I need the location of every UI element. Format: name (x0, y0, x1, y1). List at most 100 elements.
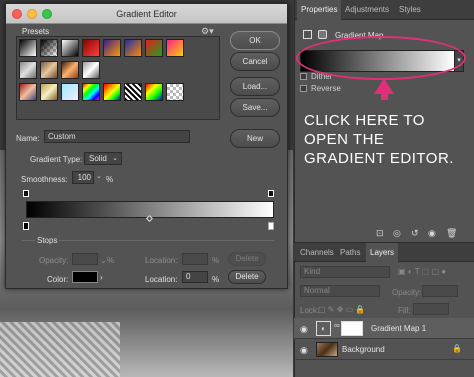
preset-swatch[interactable] (19, 39, 37, 57)
opacity-location-label: Location: (145, 256, 178, 265)
opacity-label: Opacity: (392, 288, 422, 297)
name-field[interactable]: Custom (44, 130, 190, 143)
visibility-eye-icon[interactable]: ◉ (428, 228, 436, 239)
preset-swatch[interactable] (145, 83, 163, 101)
opacity-field (72, 253, 98, 265)
reverse-label: Reverse (311, 84, 341, 93)
preset-swatch[interactable] (40, 39, 58, 57)
visibility-eye-icon[interactable]: ◉ (300, 345, 308, 356)
link-icon: ∞ (334, 321, 340, 330)
layer-mask-thumbnail[interactable] (341, 321, 363, 336)
presets-grid (16, 36, 220, 120)
fill-label: Fill: (398, 306, 411, 315)
gradient-type-value: Solid (89, 154, 107, 163)
layer-filter-select[interactable]: Kind (300, 266, 390, 278)
blend-mode-select[interactable]: Normal (300, 285, 380, 297)
save-button[interactable]: Save... (230, 98, 280, 117)
clip-to-layer-icon[interactable]: ⊡ (376, 228, 384, 239)
cancel-button[interactable]: Cancel (230, 52, 280, 71)
smoothness-label: Smoothness: (21, 175, 68, 184)
color-delete-button[interactable]: Delete (228, 270, 266, 284)
ok-button[interactable]: OK (230, 31, 280, 50)
preset-swatch[interactable] (40, 83, 58, 101)
opacity-location-unit: % (212, 256, 220, 265)
annotation-callout: CLICK HERE TO OPEN THE GRADIENT EDITOR. (304, 112, 454, 167)
fill-field[interactable] (413, 303, 449, 315)
new-button[interactable]: New (230, 129, 280, 148)
mask-icon[interactable] (318, 30, 327, 39)
preset-swatch[interactable] (61, 39, 79, 57)
preset-swatch[interactable] (40, 61, 58, 79)
highlight-oval (296, 36, 466, 80)
view-previous-icon[interactable]: ◎ (393, 228, 401, 239)
tab-properties[interactable]: Properties (297, 0, 342, 20)
preset-swatch[interactable] (103, 39, 121, 57)
preset-swatch[interactable] (124, 39, 142, 57)
opacity-stop-left[interactable] (23, 190, 29, 197)
chevron-down-icon[interactable]: ⌄ (96, 172, 102, 180)
adjustment-layer-icon[interactable] (303, 30, 312, 39)
preset-swatch[interactable] (82, 39, 100, 57)
layer-row[interactable]: ◉ Background 🔒 (294, 339, 474, 360)
dialog-titlebar[interactable]: Gradient Editor (6, 4, 287, 24)
preset-swatch[interactable] (166, 39, 184, 57)
dialog-title: Gradient Editor (116, 9, 177, 19)
tab-layers[interactable]: Layers (366, 243, 399, 263)
opacity-unit: % (107, 256, 115, 265)
visibility-eye-icon[interactable]: ◉ (300, 324, 308, 335)
layer-row[interactable]: ◉ ◐ ∞ Gradient Map 1 (294, 318, 474, 339)
preset-swatch[interactable] (61, 83, 79, 101)
lock-icons[interactable]: ▢ ✎ ✥ ▭ 🔒 (318, 305, 365, 314)
preset-swatch[interactable] (82, 83, 100, 101)
preset-swatch[interactable] (166, 83, 184, 101)
opacity-location-field (182, 253, 208, 265)
opacity-chevron-icon: ⌄ (100, 256, 107, 265)
arrow-up-icon (374, 78, 394, 94)
tab-paths[interactable]: Paths (336, 243, 364, 263)
adjustment-icon: ◐ (316, 321, 331, 336)
color-location-field[interactable]: 0 (182, 271, 208, 283)
tab-adjustments[interactable]: Adjustments (341, 0, 393, 20)
opacity-delete-button: Delete (228, 252, 266, 266)
layer-name[interactable]: Gradient Map 1 (371, 324, 426, 333)
lock-label: Lock: (300, 306, 320, 315)
layer-opacity-field[interactable] (422, 285, 458, 297)
preset-swatch[interactable] (124, 83, 142, 101)
name-label: Name: (16, 134, 40, 143)
preset-swatch[interactable] (19, 83, 37, 101)
filter-icons[interactable]: ▣ ◐ T ⬚ ▢ ● (398, 267, 446, 276)
trash-icon[interactable]: 🗑 (446, 228, 457, 239)
opacity-label: Opacity: (39, 256, 69, 265)
preset-swatch[interactable] (19, 61, 37, 79)
tab-styles[interactable]: Styles (395, 0, 425, 20)
gradient-type-select[interactable]: Solid ⌄ (84, 152, 122, 165)
preset-swatch[interactable] (145, 39, 163, 57)
smoothness-field[interactable]: 100 (72, 171, 94, 184)
color-swatch[interactable] (72, 271, 98, 283)
reverse-checkbox[interactable] (300, 85, 307, 92)
dither-checkbox[interactable] (300, 73, 307, 80)
preset-swatch[interactable] (103, 83, 121, 101)
color-stop-right[interactable] (268, 222, 274, 230)
load-button[interactable]: Load... (230, 77, 280, 96)
color-label: Color: (47, 275, 69, 284)
chevron-right-icon[interactable]: › (100, 273, 103, 282)
color-stop-left[interactable] (23, 222, 29, 230)
lace-fabric (0, 322, 120, 377)
layer-name[interactable]: Background (342, 345, 385, 354)
layer-thumbnail (316, 342, 338, 357)
preset-swatch[interactable] (82, 61, 100, 79)
blend-mode-value: Normal (304, 286, 330, 295)
tab-channels[interactable]: Channels (296, 243, 338, 263)
color-location-label: Location: (145, 275, 178, 284)
layers-tabs: Channels Paths Layers (294, 242, 474, 263)
gradient-type-label: Gradient Type: (30, 155, 83, 164)
chevron-down-icon: ⌄ (112, 155, 118, 162)
lock-icon: 🔒 (452, 344, 462, 353)
filter-kind-value: Kind (304, 267, 321, 276)
reset-icon[interactable]: ↺ (411, 228, 419, 239)
properties-tabs: Properties Adjustments Styles (295, 0, 474, 20)
opacity-stop-right[interactable] (268, 190, 274, 197)
stops-label: Stops (35, 236, 60, 245)
preset-swatch[interactable] (61, 61, 79, 79)
